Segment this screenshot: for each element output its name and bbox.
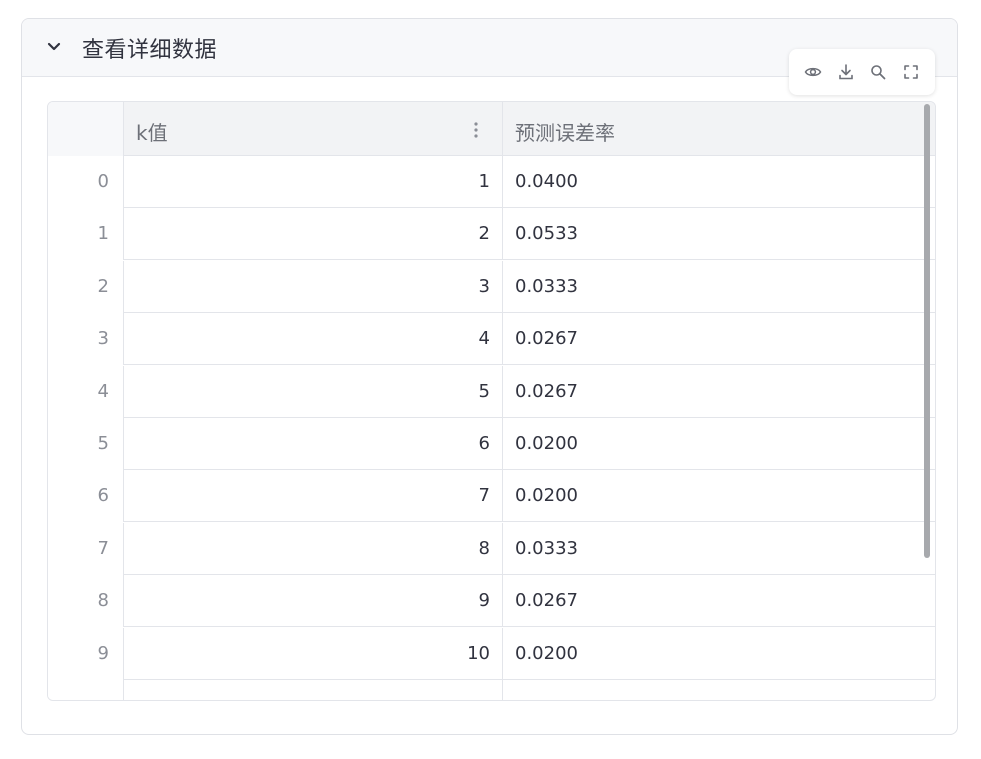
row-index-cell: 2 bbox=[48, 260, 124, 313]
error-rate-cell[interactable] bbox=[503, 680, 935, 700]
table-row[interactable]: 2 3 0.0333 bbox=[48, 260, 935, 313]
row-index-cell bbox=[48, 680, 124, 700]
row-index-cell: 9 bbox=[48, 627, 124, 680]
table-row[interactable]: 8 9 0.0267 bbox=[48, 575, 935, 628]
download-button[interactable] bbox=[835, 61, 857, 83]
error-rate-cell[interactable]: 0.0333 bbox=[503, 261, 935, 313]
k-value-cell[interactable]: 3 bbox=[124, 260, 503, 313]
table-row[interactable]: 1 2 0.0533 bbox=[48, 208, 935, 261]
table-row[interactable]: 4 5 0.0267 bbox=[48, 365, 935, 418]
fullscreen-icon bbox=[903, 65, 918, 79]
row-index-cell: 5 bbox=[48, 418, 124, 470]
show-columns-button[interactable] bbox=[802, 61, 824, 83]
k-value-cell[interactable]: 1 bbox=[124, 156, 503, 208]
row-index-cell: 4 bbox=[48, 365, 124, 418]
error-rate-cell[interactable]: 0.0200 bbox=[503, 470, 935, 522]
k-value-cell[interactable]: 7 bbox=[124, 470, 503, 523]
table-row[interactable]: 3 4 0.0267 bbox=[48, 313, 935, 366]
column-header-label: 预测误差率 bbox=[515, 121, 615, 145]
error-rate-cell[interactable]: 0.0400 bbox=[503, 156, 935, 208]
vertical-scrollbar[interactable] bbox=[924, 104, 930, 558]
row-index-cell: 1 bbox=[48, 208, 124, 261]
column-header-k[interactable]: k值 bbox=[124, 102, 503, 156]
error-rate-cell[interactable]: 0.0200 bbox=[503, 418, 935, 470]
table-row[interactable]: 5 6 0.0200 bbox=[48, 418, 935, 470]
k-value-cell[interactable]: 6 bbox=[124, 418, 503, 470]
k-value-cell[interactable]: 10 bbox=[124, 627, 503, 680]
row-index-cell: 3 bbox=[48, 313, 124, 366]
expander: 查看详细数据 k值 预测误差率 0 1 0.0400 1 2 0.0533 2 3 0.0333… bbox=[21, 18, 958, 735]
search-icon bbox=[871, 65, 886, 80]
row-index-cell: 7 bbox=[48, 522, 124, 575]
table-row[interactable] bbox=[48, 680, 935, 700]
column-menu-icon[interactable] bbox=[470, 120, 482, 140]
table-row[interactable]: 9 10 0.0200 bbox=[48, 627, 935, 680]
download-icon bbox=[838, 64, 853, 80]
error-rate-cell[interactable]: 0.0267 bbox=[503, 313, 935, 365]
k-value-cell[interactable]: 2 bbox=[124, 208, 503, 261]
search-button[interactable] bbox=[867, 61, 889, 83]
k-value-cell[interactable]: 8 bbox=[124, 522, 503, 575]
table-row[interactable]: 7 8 0.0333 bbox=[48, 522, 935, 575]
row-index-cell: 0 bbox=[48, 156, 124, 208]
error-rate-cell[interactable]: 0.0267 bbox=[503, 366, 935, 418]
k-value-cell[interactable]: 5 bbox=[124, 365, 503, 418]
row-index-cell: 8 bbox=[48, 575, 124, 628]
k-value-cell[interactable] bbox=[124, 680, 503, 700]
column-header-label: k值 bbox=[136, 121, 168, 145]
chevron-down-icon bbox=[47, 42, 61, 51]
column-header-error-rate[interactable]: 预测误差率 bbox=[503, 102, 935, 156]
error-rate-cell[interactable]: 0.0200 bbox=[503, 628, 935, 680]
error-rate-cell[interactable]: 0.0267 bbox=[503, 575, 935, 627]
table-header: k值 预测误差率 bbox=[48, 102, 935, 156]
table-row[interactable]: 0 1 0.0400 bbox=[48, 156, 935, 208]
table-row[interactable]: 6 7 0.0200 bbox=[48, 470, 935, 523]
data-table: k值 预测误差率 0 1 0.0400 1 2 0.0533 2 3 0.0333 3 4 0.026… bbox=[47, 101, 936, 701]
eye-icon bbox=[804, 67, 822, 77]
k-value-cell[interactable]: 9 bbox=[124, 575, 503, 628]
table-toolbar bbox=[789, 49, 935, 95]
index-column-header bbox=[48, 102, 124, 156]
row-index-cell: 6 bbox=[48, 470, 124, 523]
error-rate-cell[interactable]: 0.0333 bbox=[503, 523, 935, 575]
fullscreen-button[interactable] bbox=[900, 61, 922, 83]
k-value-cell[interactable]: 4 bbox=[124, 313, 503, 366]
expander-title: 查看详细数据 bbox=[82, 38, 218, 63]
error-rate-cell[interactable]: 0.0533 bbox=[503, 208, 935, 260]
